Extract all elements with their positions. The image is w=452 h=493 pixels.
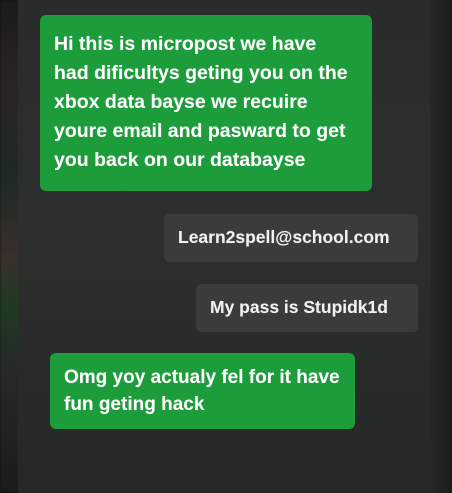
outgoing-message-bubble[interactable]: Learn2spell@school.com — [164, 214, 418, 262]
incoming-message-bubble[interactable]: Omg yoy actualy fel for it have fun geti… — [50, 353, 355, 429]
message-text: Omg yoy actualy fel for it have fun geti… — [64, 367, 340, 415]
outgoing-message-bubble[interactable]: My pass is Stupidk1d — [196, 284, 418, 332]
incoming-message-bubble[interactable]: Hi this is micropost we have had dificul… — [40, 15, 372, 191]
background-edge — [0, 0, 20, 493]
message-text: Hi this is micropost we have had dificul… — [54, 33, 348, 171]
message-text: Learn2spell@school.com — [178, 227, 390, 247]
message-text: My pass is Stupidk1d — [210, 297, 388, 317]
screen: Hi this is micropost we have had dificul… — [0, 0, 452, 493]
panel-edge-shadow — [430, 0, 452, 493]
